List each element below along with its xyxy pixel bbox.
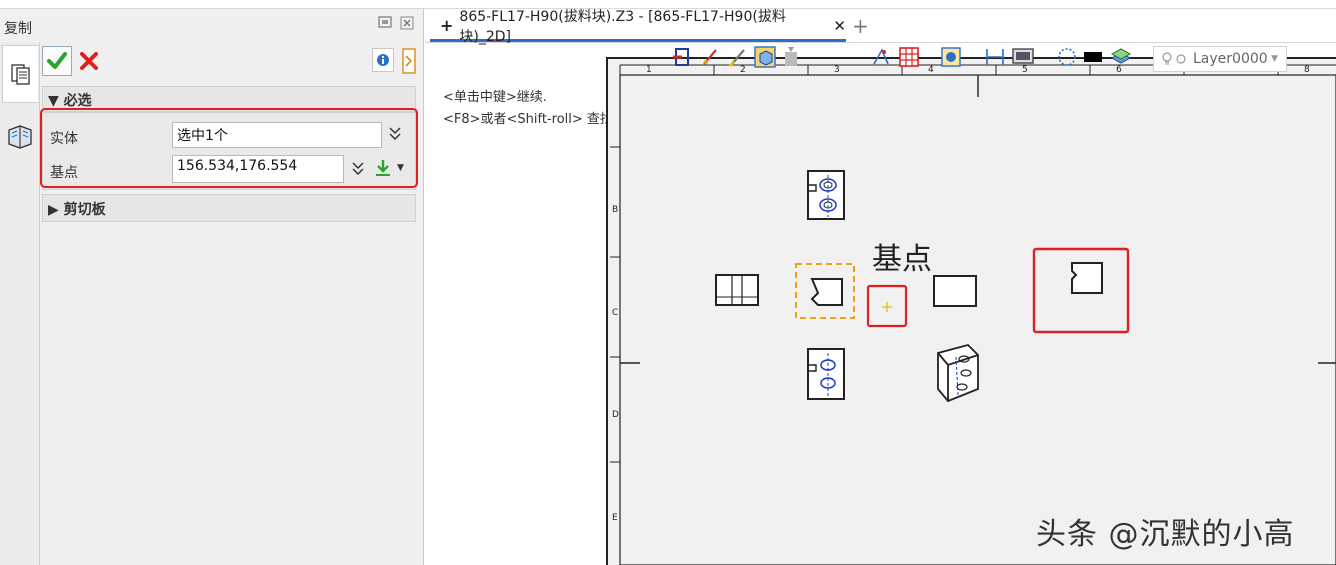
row-label-d: D bbox=[612, 410, 619, 420]
ok-button[interactable] bbox=[42, 46, 72, 76]
tab-plus-prefix: + bbox=[440, 16, 454, 35]
info-icon bbox=[377, 54, 389, 66]
close-icon[interactable] bbox=[398, 16, 416, 32]
view-icon[interactable] bbox=[940, 46, 962, 68]
tab-title: 865-FL17-H90(拔料块).Z3 - [865-FL17-H90(拔料块… bbox=[459, 8, 786, 45]
display-icon[interactable] bbox=[1012, 46, 1034, 68]
exit-sketch-icon[interactable] bbox=[672, 46, 694, 68]
tab-document[interactable]: + 865-FL17-H90(拔料块).Z3 - [865-FL17-H90(拔… bbox=[430, 9, 846, 45]
dimension-icon[interactable] bbox=[984, 46, 1006, 68]
row-label-c: C bbox=[612, 308, 619, 318]
part-iso-view bbox=[937, 343, 979, 403]
model-view-icon[interactable] bbox=[754, 46, 776, 68]
book-icon[interactable] bbox=[6, 124, 34, 150]
row-label-e: E bbox=[612, 513, 618, 523]
exit-icon bbox=[402, 48, 416, 74]
fields-highlight-box bbox=[40, 108, 418, 188]
basepoint-marker bbox=[882, 302, 892, 312]
panel-title: 复制 bbox=[4, 21, 32, 37]
checkmark-icon bbox=[47, 52, 67, 69]
col-label-1: 1 bbox=[646, 65, 652, 75]
exit-button[interactable] bbox=[402, 48, 416, 74]
required-section-label: ▼ 必选 bbox=[48, 93, 92, 109]
dotted-circle-icon[interactable] bbox=[1056, 46, 1078, 68]
clipboard-section-label: ▶ 剪切板 bbox=[48, 202, 106, 218]
info-button[interactable] bbox=[372, 48, 394, 72]
layer-name: Layer0000 bbox=[1193, 51, 1268, 67]
side-strip bbox=[0, 42, 40, 565]
brush-icon[interactable] bbox=[728, 46, 750, 68]
tab-close-icon[interactable]: ✕ bbox=[833, 17, 846, 35]
cross-icon bbox=[80, 52, 98, 70]
watermark: 头条 @沉默的小高 bbox=[1036, 517, 1295, 552]
color-swatch-icon[interactable] bbox=[1082, 46, 1104, 68]
new-tab-button[interactable]: + bbox=[852, 14, 869, 38]
part-left-view bbox=[715, 274, 759, 306]
part-top-view bbox=[807, 170, 845, 220]
trash-icon[interactable] bbox=[780, 46, 802, 68]
pen-icon[interactable] bbox=[700, 46, 722, 68]
basepoint-annotation: 基点 bbox=[872, 242, 932, 277]
prompt-line-1: <单击中键>继续. bbox=[443, 90, 547, 105]
cancel-button[interactable] bbox=[75, 46, 103, 76]
snap-icon[interactable] bbox=[870, 46, 892, 68]
grid-icon[interactable] bbox=[898, 46, 920, 68]
copied-part bbox=[1071, 262, 1103, 294]
document-icon bbox=[11, 64, 30, 85]
part-right-view bbox=[933, 275, 977, 307]
side-tab-properties[interactable] bbox=[2, 45, 38, 103]
inner-frame bbox=[619, 74, 1336, 565]
snowflake-icon bbox=[1176, 54, 1186, 64]
bulb-icon bbox=[1162, 52, 1172, 65]
part-bottom-view bbox=[807, 348, 845, 400]
layers-icon[interactable] bbox=[1110, 46, 1132, 68]
pin-icon[interactable] bbox=[376, 16, 394, 32]
row-label-b: B bbox=[612, 205, 619, 215]
selected-part-front-view bbox=[810, 278, 843, 306]
drawing-sheet bbox=[610, 64, 1336, 565]
layer-selector[interactable]: Layer0000 ▼ bbox=[1153, 46, 1287, 72]
layer-dropdown-icon[interactable]: ▼ bbox=[1271, 54, 1278, 64]
